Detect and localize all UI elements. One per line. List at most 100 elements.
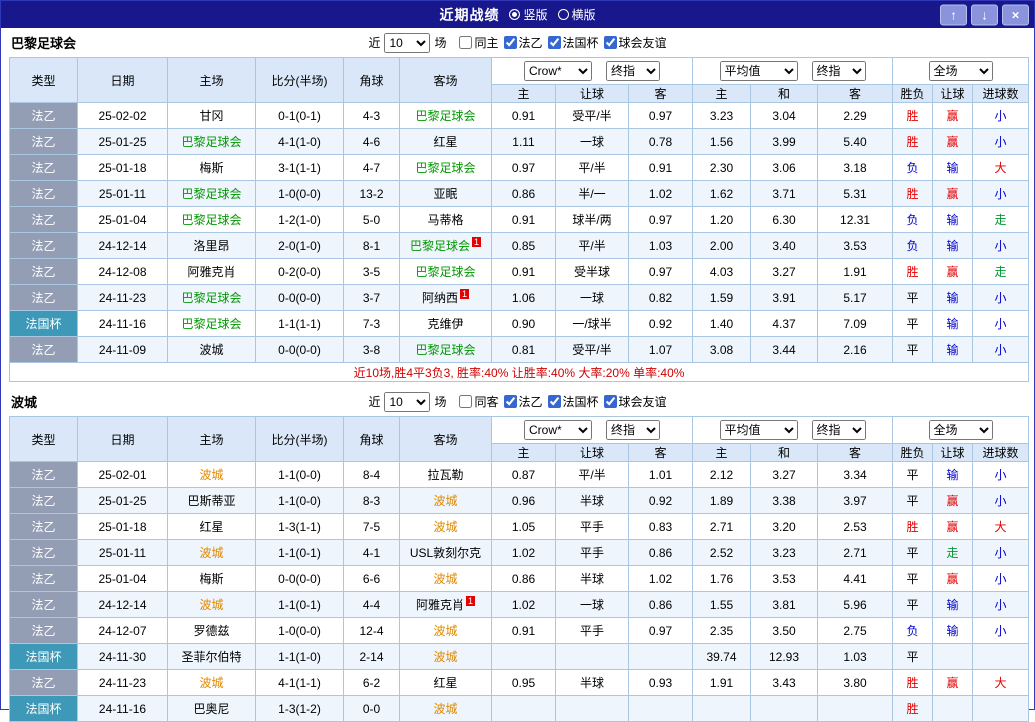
cell-avg-away-odds: 2.16 (818, 337, 893, 363)
cell-corners: 8-3 (344, 488, 400, 514)
scroll-up-button[interactable]: ↑ (940, 4, 967, 25)
scroll-down-button[interactable]: ↓ (971, 4, 998, 25)
horizontal-radio-input[interactable] (558, 9, 569, 20)
full-match-select[interactable]: 全场 (929, 61, 993, 81)
final-odds-select[interactable]: 终指 (606, 61, 660, 81)
header-corner: 角球 (344, 58, 400, 103)
header-odds-away: 客 (629, 85, 693, 103)
average-odds-select[interactable]: 平均值 (720, 420, 798, 440)
same-venue-checkbox[interactable]: 同客 (458, 393, 498, 410)
cell-handicap-result: 赢 (933, 488, 973, 514)
team-section-pau: 波城 近 10 场 同客 法乙 法国杯 球会 (1, 387, 1034, 722)
cell-date: 25-01-11 (78, 181, 168, 207)
filter-coupe-input[interactable] (548, 36, 561, 49)
cell-avg-away-odds: 5.17 (818, 285, 893, 311)
cell-home-team: 罗德兹 (168, 618, 256, 644)
cell-goals-result: 走 (973, 259, 1029, 285)
header-avg-away: 客 (818, 444, 893, 462)
cell-handicap-result: 输 (933, 233, 973, 259)
cell-goals-result: 小 (973, 488, 1029, 514)
header-corner: 角球 (344, 417, 400, 462)
close-button[interactable]: × (1002, 4, 1029, 25)
filter-checkbox-friendly[interactable]: 球会友谊 (603, 34, 667, 51)
cell-corners: 4-3 (344, 103, 400, 129)
filter-checkbox-coupe[interactable]: 法国杯 (547, 34, 599, 51)
cell-avg-away-odds: 12.31 (818, 207, 893, 233)
full-match-select[interactable]: 全场 (929, 420, 993, 440)
odds-source-select[interactable]: Crow* (524, 420, 592, 440)
header-home: 主场 (168, 58, 256, 103)
near-label: 近 (368, 393, 380, 410)
cell-goals-result: 小 (973, 285, 1029, 311)
cell-handicap-away-odds: 0.92 (629, 311, 693, 337)
cell-competition: 法乙 (10, 488, 78, 514)
cell-score: 0-0(0-0) (256, 337, 344, 363)
header-score: 比分(半场) (256, 417, 344, 462)
cell-competition: 法乙 (10, 670, 78, 696)
filter-controls: 近 10 场 同客 法乙 法国杯 球会友谊 (368, 392, 666, 412)
cell-corners: 7-3 (344, 311, 400, 337)
filter-checkbox-coupe[interactable]: 法国杯 (547, 393, 599, 410)
filter-coupe-input[interactable] (548, 395, 561, 408)
cell-corners: 4-7 (344, 155, 400, 181)
team-name: 波城 (199, 676, 223, 690)
cell-handicap-line: 平手 (556, 618, 629, 644)
cell-goals-result: 小 (973, 311, 1029, 337)
cell-avg-draw-odds: 3.40 (751, 233, 818, 259)
vertical-radio-input[interactable] (509, 9, 520, 20)
horizontal-radio-label: 横版 (572, 6, 596, 23)
header-handicap: 让球 (556, 85, 629, 103)
cell-handicap-away-odds: 0.92 (629, 488, 693, 514)
layout-radio-horizontal[interactable]: 横版 (558, 6, 596, 23)
filter-friendly-input[interactable] (604, 395, 617, 408)
cell-result: 平 (893, 644, 933, 670)
same-venue-input[interactable] (459, 395, 472, 408)
match-row: 法国杯24-11-16巴奥尼1-3(1-2)0-0波城胜 (10, 696, 1029, 722)
same-venue-label: 同主 (474, 34, 498, 51)
filter-friendly-input[interactable] (604, 36, 617, 49)
cell-handicap-away-odds: 1.02 (629, 566, 693, 592)
team-name: 红星 (433, 135, 457, 149)
cell-handicap-result: 输 (933, 207, 973, 233)
filter-checkbox-ligue2[interactable]: 法乙 (503, 393, 543, 410)
filter-checkbox-friendly[interactable]: 球会友谊 (603, 393, 667, 410)
odds-source-select[interactable]: Crow* (524, 61, 592, 81)
cell-corners: 0-0 (344, 696, 400, 722)
cell-avg-draw-odds: 3.50 (751, 618, 818, 644)
cell-competition: 法乙 (10, 259, 78, 285)
filter-ligue2-input[interactable] (504, 395, 517, 408)
final-odds-select-2[interactable]: 终指 (812, 420, 866, 440)
cell-avg-away-odds: 5.40 (818, 129, 893, 155)
cell-handicap-result: 输 (933, 337, 973, 363)
match-count-select[interactable]: 10 (384, 392, 430, 412)
cell-avg-home-odds: 1.89 (693, 488, 751, 514)
cell-handicap-result: 赢 (933, 670, 973, 696)
cell-avg-home-odds: 4.03 (693, 259, 751, 285)
titlebar-center-group: 近期战绩 竖版 横版 (439, 5, 595, 25)
cell-avg-draw-odds: 3.53 (751, 566, 818, 592)
cell-handicap-away-odds: 0.93 (629, 670, 693, 696)
layout-radio-vertical[interactable]: 竖版 (509, 6, 547, 23)
team-name: 克维伊 (427, 317, 463, 331)
cell-result: 平 (893, 337, 933, 363)
cell-handicap-away-odds (629, 696, 693, 722)
same-venue-checkbox[interactable]: 同主 (458, 34, 498, 51)
match-count-select[interactable]: 10 (384, 33, 430, 53)
close-icon: × (1012, 7, 1020, 22)
same-venue-input[interactable] (459, 36, 472, 49)
cell-handicap-line (556, 696, 629, 722)
cell-avg-draw-odds: 3.27 (751, 259, 818, 285)
header-avg-draw: 和 (751, 85, 818, 103)
filter-controls: 近 10 场 同主 法乙 法国杯 球会友谊 (368, 33, 666, 53)
average-odds-select[interactable]: 平均值 (720, 61, 798, 81)
cell-result: 胜 (893, 670, 933, 696)
cell-avg-home-odds: 1.55 (693, 592, 751, 618)
filter-ligue2-input[interactable] (504, 36, 517, 49)
full-match-header: 全场 (893, 58, 1029, 85)
final-odds-select-2[interactable]: 终指 (812, 61, 866, 81)
cell-handicap-away-odds: 1.03 (629, 233, 693, 259)
cell-away-team: 亚眠 (400, 181, 492, 207)
filter-checkbox-ligue2[interactable]: 法乙 (503, 34, 543, 51)
cell-away-team: USL敦刻尔克 (400, 540, 492, 566)
final-odds-select[interactable]: 终指 (606, 420, 660, 440)
